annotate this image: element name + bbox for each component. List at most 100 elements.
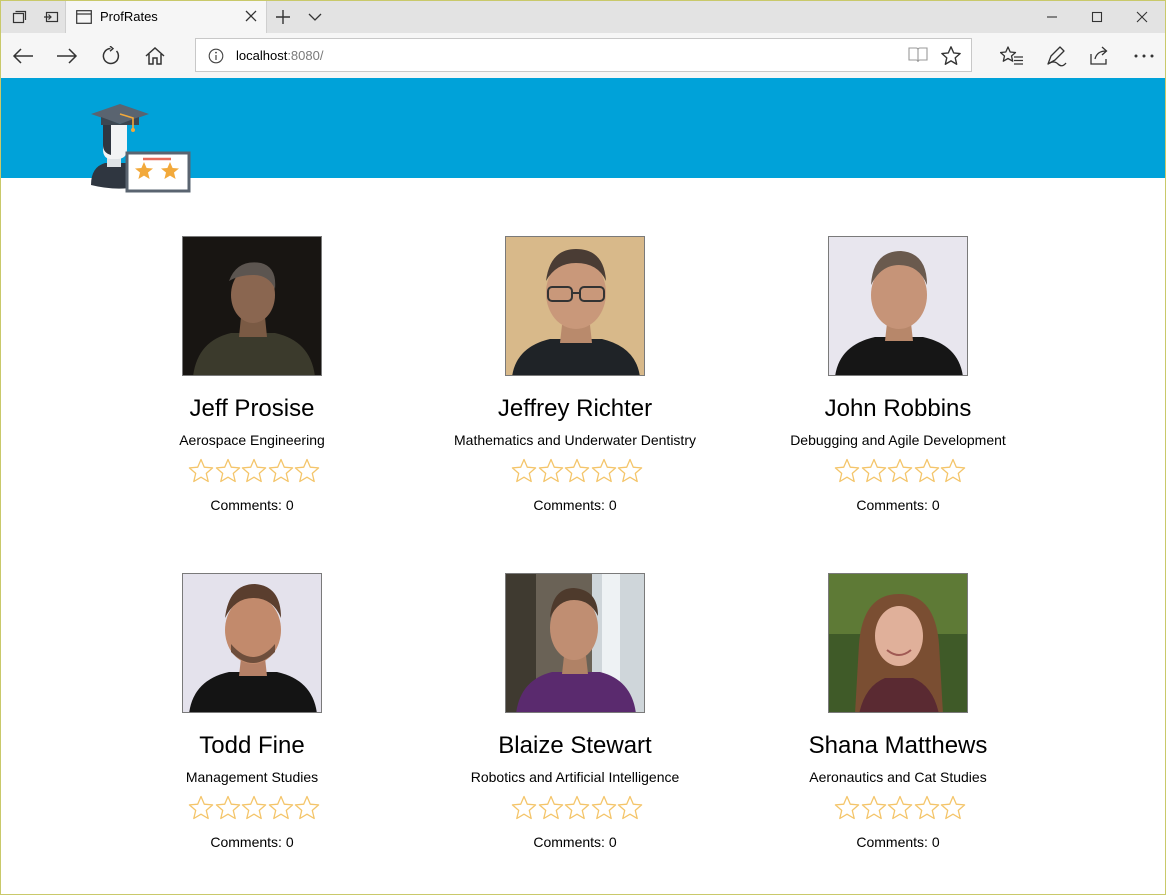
star-icon[interactable] — [215, 795, 241, 821]
rating-stars[interactable] — [511, 458, 643, 486]
rating-stars[interactable] — [511, 795, 643, 823]
comments-count: 0 — [608, 834, 617, 850]
profile-comments: Comments: 0 — [102, 497, 402, 513]
profile-comments: Comments: 0 — [748, 834, 1048, 850]
profile-subject: Debugging and Agile Development — [790, 432, 1006, 448]
star-icon[interactable] — [940, 458, 966, 484]
star-icon[interactable] — [511, 458, 537, 484]
comments-count: 0 — [285, 834, 294, 850]
new-tab-icon[interactable] — [273, 7, 293, 32]
star-icon[interactable] — [617, 458, 643, 484]
minimize-icon[interactable] — [1029, 1, 1075, 33]
profile-photo[interactable] — [828, 573, 968, 713]
comments-label: Comments: — [533, 497, 605, 513]
profile-subject: Aeronautics and Cat Studies — [809, 769, 987, 785]
tab-strip: ProfRates — [1, 1, 1165, 33]
rating-stars[interactable] — [188, 458, 320, 486]
profile-photo[interactable] — [182, 236, 322, 376]
star-icon[interactable] — [914, 458, 940, 484]
profile-subject: Aerospace Engineering — [179, 432, 325, 448]
star-icon[interactable] — [887, 458, 913, 484]
star-icon[interactable] — [914, 795, 940, 821]
star-icon[interactable] — [294, 795, 320, 821]
profile-comments: Comments: 0 — [425, 497, 725, 513]
rating-stars[interactable] — [834, 795, 966, 823]
star-icon[interactable] — [861, 458, 887, 484]
profile-name[interactable]: Jeffrey Richter — [425, 395, 725, 423]
reading-view-icon[interactable] — [908, 46, 928, 69]
comments-label: Comments: — [856, 834, 928, 850]
profile-photo[interactable] — [828, 236, 968, 376]
forward-icon[interactable] — [49, 41, 85, 71]
star-icon[interactable] — [861, 795, 887, 821]
profile-photo[interactable] — [505, 573, 645, 713]
star-icon[interactable] — [591, 795, 617, 821]
star-icon[interactable] — [538, 458, 564, 484]
profile-name[interactable]: Todd Fine — [102, 732, 402, 760]
star-icon[interactable] — [617, 795, 643, 821]
comments-label: Comments: — [533, 834, 605, 850]
star-icon[interactable] — [887, 795, 913, 821]
comments-count: 0 — [931, 497, 940, 513]
profile-comments: Comments: 0 — [748, 497, 1048, 513]
rating-stars[interactable] — [188, 795, 320, 823]
comments-label: Comments: — [856, 497, 928, 513]
star-icon[interactable] — [188, 795, 214, 821]
star-icon[interactable] — [834, 458, 860, 484]
profile-name[interactable]: Jeff Prosise — [102, 395, 402, 423]
star-icon[interactable] — [538, 795, 564, 821]
maximize-icon[interactable] — [1074, 1, 1120, 33]
favorite-star-icon[interactable] — [940, 45, 962, 72]
favorites-icon[interactable] — [994, 41, 1030, 71]
info-icon[interactable] — [208, 48, 224, 69]
share-icon[interactable] — [1082, 41, 1118, 71]
star-icon[interactable] — [591, 458, 617, 484]
rating-stars[interactable] — [834, 458, 966, 486]
chevron-down-icon[interactable] — [307, 9, 323, 30]
profile-photo[interactable] — [182, 573, 322, 713]
refresh-icon[interactable] — [93, 41, 129, 71]
browser-window: ProfRates localhost:8080/ Jeff Prosise A… — [0, 0, 1166, 895]
more-options-icon[interactable] — [1126, 41, 1162, 71]
profile-comments: Comments: 0 — [425, 834, 725, 850]
close-window-icon[interactable] — [1119, 1, 1165, 33]
navigation-bar: localhost:8080/ — [1, 33, 1165, 78]
page-icon — [76, 10, 92, 29]
profrates-logo-icon[interactable] — [87, 99, 193, 195]
comments-count: 0 — [285, 497, 294, 513]
profile-subject: Mathematics and Underwater Dentistry — [454, 432, 696, 448]
star-icon[interactable] — [268, 795, 294, 821]
star-icon[interactable] — [834, 795, 860, 821]
comments-label: Comments: — [210, 497, 282, 513]
star-icon[interactable] — [188, 458, 214, 484]
address-bar[interactable]: localhost:8080/ — [195, 38, 972, 72]
profile-subject: Robotics and Artificial Intelligence — [470, 769, 680, 785]
set-aside-tabs-icon[interactable] — [35, 1, 67, 33]
star-icon[interactable] — [564, 795, 590, 821]
tab-manager-icon[interactable] — [3, 1, 35, 33]
comments-count: 0 — [931, 834, 940, 850]
profile-comments: Comments: 0 — [102, 834, 402, 850]
tab-profrates[interactable]: ProfRates — [65, 1, 267, 33]
profile-subject: Management Studies — [185, 769, 319, 785]
profile-photo[interactable] — [505, 236, 645, 376]
star-icon[interactable] — [294, 458, 320, 484]
star-icon[interactable] — [241, 458, 267, 484]
url-text: localhost:8080/ — [236, 48, 324, 63]
star-icon[interactable] — [241, 795, 267, 821]
notes-pen-icon[interactable] — [1038, 41, 1074, 71]
profile-name[interactable]: Blaize Stewart — [425, 732, 725, 760]
tab-title: ProfRates — [100, 9, 158, 24]
back-icon[interactable] — [5, 41, 41, 71]
comments-label: Comments: — [210, 834, 282, 850]
star-icon[interactable] — [511, 795, 537, 821]
profile-name[interactable]: Shana Matthews — [748, 732, 1048, 760]
star-icon[interactable] — [215, 458, 241, 484]
star-icon[interactable] — [940, 795, 966, 821]
star-icon[interactable] — [564, 458, 590, 484]
star-icon[interactable] — [268, 458, 294, 484]
comments-count: 0 — [608, 497, 617, 513]
home-icon[interactable] — [137, 41, 173, 71]
close-tab-icon[interactable] — [244, 9, 258, 28]
profile-name[interactable]: John Robbins — [748, 395, 1048, 423]
